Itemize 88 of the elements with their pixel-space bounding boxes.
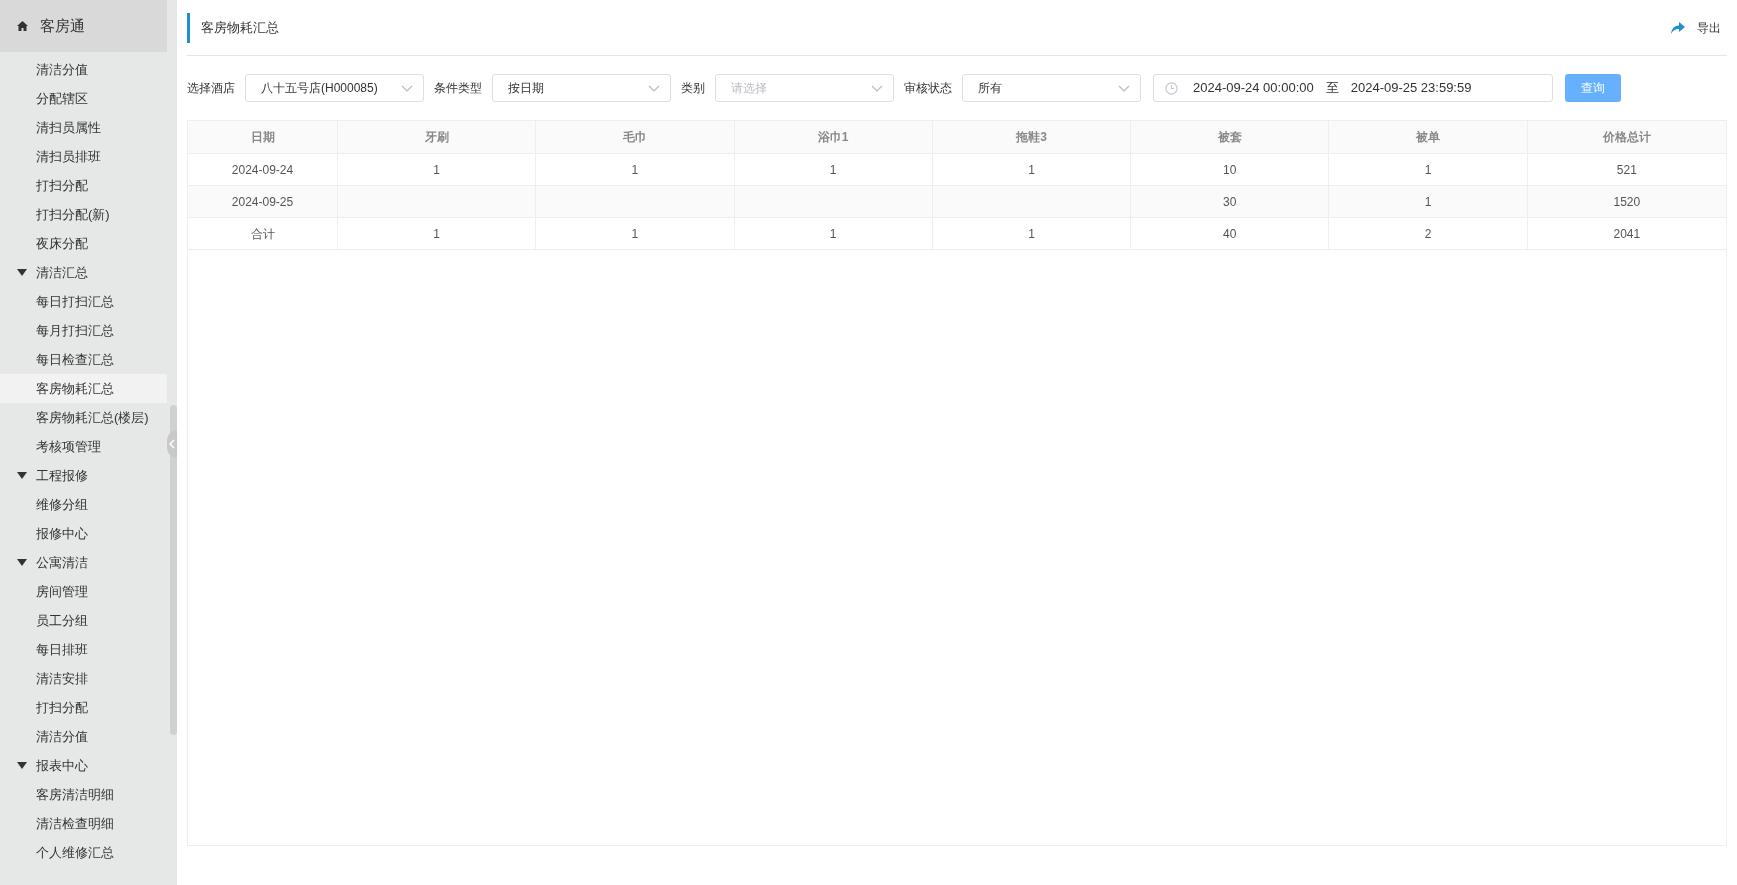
sidebar-item[interactable]: 每日打扫汇总 bbox=[0, 287, 167, 316]
sidebar-item[interactable]: 考核项管理 bbox=[0, 432, 167, 461]
table-cell-text: 10 bbox=[1223, 161, 1237, 179]
table-cell-text: 2024-09-25 bbox=[231, 193, 294, 211]
sidebar-item[interactable]: 客房物耗汇总 bbox=[0, 374, 167, 403]
table-cell-text: 1 bbox=[1424, 161, 1432, 179]
sidebar-item[interactable]: 清扫员属性 bbox=[0, 113, 167, 142]
sidebar-group[interactable]: 工程报修 bbox=[0, 461, 167, 490]
table-cell-text: 2 bbox=[1424, 225, 1432, 243]
sidebar-item[interactable]: 房间管理 bbox=[0, 577, 167, 606]
scrollbar[interactable] bbox=[170, 405, 177, 735]
select-value: 所有 bbox=[978, 80, 1002, 97]
home-icon bbox=[17, 21, 28, 31]
sidebar-item[interactable]: 打扫分配 bbox=[0, 693, 167, 722]
column-header: 拖鞋3 bbox=[932, 121, 1132, 153]
table-cell-text: 1 bbox=[1028, 225, 1035, 243]
table-cell-text: 30 bbox=[1223, 193, 1237, 211]
end-date: 2024-09-25 23:59:59 bbox=[1350, 79, 1472, 98]
sidebar-item[interactable]: 每日排班 bbox=[0, 635, 167, 664]
column-header: 价格总计 bbox=[1601, 129, 1652, 146]
date-range-field[interactable]: 2024-09-24 00:00:00 至 2024-09-25 23:59:59 bbox=[1153, 74, 1553, 102]
range-separator: 至 bbox=[1325, 79, 1339, 98]
table-cell-text: 40 bbox=[1223, 225, 1237, 243]
chevron-down-icon bbox=[401, 84, 413, 92]
caret-down-icon bbox=[17, 269, 27, 276]
select-value: 按日期 bbox=[508, 80, 544, 97]
column-header: 被单 bbox=[1329, 121, 1528, 153]
caret-down-icon bbox=[17, 472, 27, 479]
sidebar-group[interactable]: 报表中心 bbox=[0, 751, 167, 780]
export-button[interactable]: 导出 bbox=[1671, 18, 1721, 37]
sidebar-group[interactable]: 公寓清洁 bbox=[0, 548, 167, 577]
sidebar-item[interactable]: 每月打扫汇总 bbox=[0, 316, 167, 345]
table-cell-text: 1 bbox=[1028, 161, 1035, 179]
table-cell-text: 合计 bbox=[250, 225, 275, 243]
chevron-down-icon bbox=[871, 84, 883, 92]
table-cell-text: 2041 bbox=[1613, 225, 1641, 243]
table-cell-text: 1 bbox=[1424, 193, 1432, 211]
sidebar-item[interactable]: 客房清洁明细 bbox=[0, 780, 167, 809]
sidebar-item[interactable]: 清洁检查明细 bbox=[0, 809, 167, 838]
filter-label: 条件类型 bbox=[434, 80, 482, 97]
chevron-left-icon bbox=[169, 439, 175, 449]
chevron-down-icon bbox=[648, 84, 660, 92]
filter-label: 类别 bbox=[681, 80, 705, 97]
sidebar-item[interactable]: 分配辖区 bbox=[0, 84, 167, 113]
select-field[interactable]: 所有 bbox=[962, 74, 1141, 102]
collapse-handle[interactable] bbox=[167, 430, 177, 458]
sidebar-item[interactable]: 打扫分配(新) bbox=[0, 200, 167, 229]
sidebar-item[interactable]: 报修中心 bbox=[0, 519, 167, 548]
table-cell-text: 1 bbox=[829, 225, 837, 243]
sidebar-item[interactable]: 清扫员排班 bbox=[0, 142, 167, 171]
sidebar-item[interactable]: 客房物耗汇总(楼层) bbox=[0, 403, 167, 432]
table-cell-text: 1 bbox=[631, 161, 639, 179]
select-placeholder: 请选择 bbox=[731, 80, 767, 97]
sidebar-item[interactable]: 个人维修汇总 bbox=[0, 838, 167, 867]
sidebar-item[interactable]: 夜床分配 bbox=[0, 229, 167, 258]
select-value: 八十五号店(H000085) bbox=[261, 80, 378, 97]
start-date: 2024-09-24 00:00:00 bbox=[1193, 79, 1314, 98]
sidebar-item[interactable]: 清洁安排 bbox=[0, 664, 167, 693]
table-cell-text: 1 bbox=[631, 225, 639, 243]
sidebar-item[interactable]: 清洁分值 bbox=[0, 55, 167, 84]
sidebar-item[interactable]: 员工分组 bbox=[0, 606, 167, 635]
sidebar-group[interactable]: 清洁汇总 bbox=[0, 258, 167, 287]
caret-down-icon bbox=[17, 559, 27, 566]
sidebar-item[interactable]: 维修分组 bbox=[0, 490, 167, 519]
table-cell-text: 2024-09-24 bbox=[231, 161, 294, 179]
table-cell-text: 521 bbox=[1616, 161, 1637, 179]
table-cell-text: 1 bbox=[433, 161, 440, 179]
share-arrow-icon bbox=[1671, 21, 1685, 34]
table-cell-text: 1520 bbox=[1613, 193, 1641, 211]
table-cell-text: 1 bbox=[433, 225, 440, 243]
select-field[interactable]: 按日期 bbox=[492, 74, 671, 102]
column-header: 毛巾 bbox=[536, 121, 735, 153]
column-header: 日期 bbox=[188, 121, 338, 153]
sidebar-header[interactable]: 客房通 bbox=[0, 0, 167, 52]
clock-icon bbox=[1165, 81, 1178, 95]
sidebar-item[interactable]: 每日检查汇总 bbox=[0, 345, 167, 374]
column-header: 浴巾1 bbox=[734, 121, 933, 153]
column-header: 牙刷 bbox=[338, 121, 537, 153]
caret-down-icon bbox=[17, 762, 27, 769]
filter-label: 选择酒店 bbox=[187, 80, 235, 97]
sidebar-item[interactable]: 打扫分配 bbox=[0, 171, 167, 200]
sidebar-item[interactable]: 清洁分值 bbox=[0, 722, 167, 751]
select-field[interactable]: 八十五号店(H000085) bbox=[245, 74, 424, 102]
chevron-down-icon bbox=[1118, 84, 1130, 92]
page-title: 客房物耗汇总 bbox=[187, 12, 279, 43]
table-cell-text: 1 bbox=[829, 161, 837, 179]
column-header: 被套 bbox=[1131, 121, 1330, 153]
filter-label: 审核状态 bbox=[904, 80, 952, 97]
